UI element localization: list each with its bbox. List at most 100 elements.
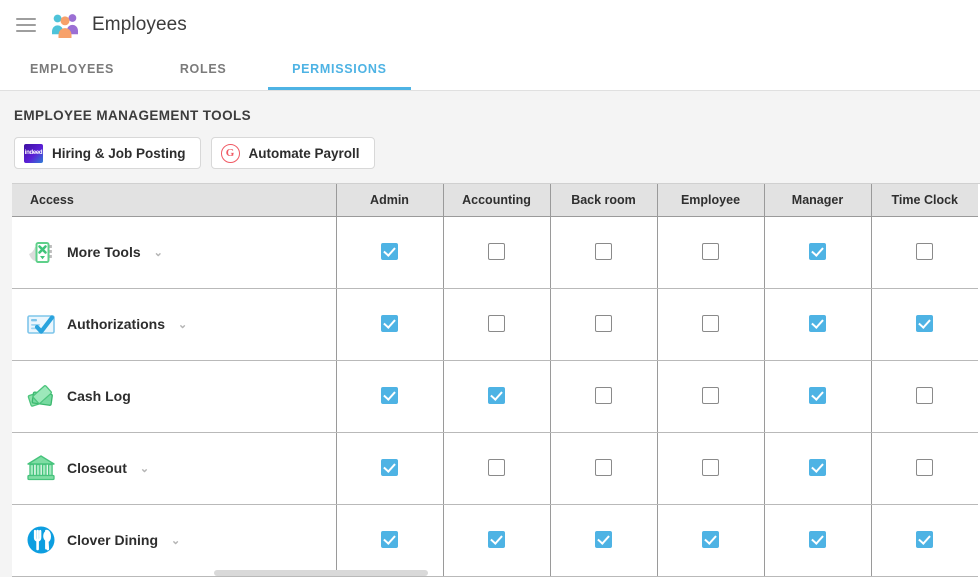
content-area: EMPLOYEE MANAGEMENT TOOLS indeed Hiring … [0,91,980,577]
permission-checkbox-employee[interactable] [702,387,719,405]
permission-checkbox-employee[interactable] [702,315,719,333]
permission-checkbox-accounting[interactable] [488,531,505,549]
permission-cell [657,432,765,505]
permission-cell [657,504,765,577]
permission-checkbox-time-clock[interactable] [916,459,934,477]
table-row: Cash Log [12,360,978,433]
permission-cell [871,288,978,361]
scrollbar-thumb[interactable] [214,570,428,576]
permission-cell [550,504,658,577]
access-cell: Cash Log [12,360,337,433]
permission-cell [550,432,658,505]
permission-checkbox-employee[interactable] [702,531,719,549]
permission-checkbox-admin[interactable] [381,531,398,549]
access-cell: Authorizations ⌄ [12,288,337,361]
permission-checkbox-manager[interactable] [809,531,826,549]
permission-cell [871,504,978,577]
tab-employees[interactable]: EMPLOYEES [6,50,138,90]
permission-checkbox-accounting[interactable] [488,243,505,261]
row-label-text: Cash Log [67,388,131,404]
permission-cell [871,360,978,433]
permission-checkbox-employee[interactable] [702,243,719,261]
row-label-text: Closeout [67,460,127,476]
permission-cell [657,360,765,433]
closeout-bank-icon [26,453,56,483]
access-cell: Closeout ⌄ [12,432,337,505]
permission-cell [336,216,444,289]
permission-checkbox-accounting[interactable] [488,387,505,405]
table-row: Closeout ⌄ [12,432,978,505]
column-header-back-room: Back room [550,184,658,217]
permission-checkbox-admin[interactable] [381,243,398,261]
permission-checkbox-manager[interactable] [809,243,826,261]
hiring-job-posting-button[interactable]: indeed Hiring & Job Posting [14,137,201,169]
permission-checkbox-back-room[interactable] [595,459,612,477]
permission-cell [550,288,658,361]
permission-cell [657,288,765,361]
permission-checkbox-admin[interactable] [381,315,398,333]
permission-cell [443,432,551,505]
row-label: Closeout ⌄ [26,453,336,483]
hiring-job-posting-label: Hiring & Job Posting [52,145,186,161]
permission-checkbox-manager[interactable] [809,315,826,333]
tab-permissions[interactable]: PERMISSIONS [268,50,411,90]
permission-cell [764,288,872,361]
table-row: Authorizations ⌄ [12,288,978,361]
permission-checkbox-accounting[interactable] [488,459,505,477]
section-title: EMPLOYEE MANAGEMENT TOOLS [14,108,252,123]
permission-checkbox-time-clock[interactable] [916,531,934,549]
permission-checkbox-back-room[interactable] [595,531,612,549]
permissions-table: Access Admin Accounting Back room Employ… [12,184,978,577]
indeed-logo-icon: indeed [24,143,43,163]
access-cell: More Tools ⌄ [12,216,337,289]
column-header-manager: Manager [764,184,872,217]
permission-checkbox-time-clock[interactable] [916,315,934,333]
tab-roles[interactable]: ROLES [138,50,268,90]
column-header-admin: Admin [336,184,444,217]
column-header-access: Access [12,184,337,217]
chevron-down-icon[interactable]: ⌄ [178,318,187,331]
row-label-text: Authorizations [67,316,165,332]
automate-payroll-button[interactable]: G Automate Payroll [210,137,375,169]
employees-group-icon [50,12,80,38]
permission-cell [764,504,872,577]
permission-checkbox-time-clock[interactable] [916,387,934,405]
permission-checkbox-manager[interactable] [809,459,826,477]
permission-checkbox-admin[interactable] [381,459,398,477]
permission-cell [871,432,978,505]
permission-cell [336,360,444,433]
permission-checkbox-manager[interactable] [809,387,826,405]
gusto-logo-icon: G [220,143,240,163]
chevron-down-icon[interactable]: ⌄ [171,534,180,547]
permission-cell [443,504,551,577]
permission-checkbox-accounting[interactable] [488,315,505,333]
table-body: More Tools ⌄ Authorizations ⌄ Cash Log C… [12,216,978,577]
permission-checkbox-back-room[interactable] [595,243,612,261]
permission-checkbox-admin[interactable] [381,387,398,405]
permission-cell [657,216,765,289]
permission-checkbox-back-room[interactable] [595,387,612,405]
permission-cell [764,360,872,433]
chevron-down-icon[interactable]: ⌄ [154,246,163,259]
horizontal-scrollbar[interactable] [12,570,978,577]
top-bar: Employees [0,0,980,50]
permission-cell [764,216,872,289]
tab-bar: EMPLOYEES ROLES PERMISSIONS [0,50,980,91]
automate-payroll-label: Automate Payroll [248,145,360,161]
permissions-table-wrapper: Access Admin Accounting Back room Employ… [12,183,980,577]
permission-checkbox-back-room[interactable] [595,315,612,333]
permission-cell [336,288,444,361]
permission-cell [550,360,658,433]
hamburger-menu-icon[interactable] [16,18,36,32]
column-header-accounting: Accounting [443,184,551,217]
table-row: More Tools ⌄ [12,216,978,289]
permission-cell [336,504,444,577]
permission-cell [764,432,872,505]
access-cell: Clover Dining ⌄ [12,504,337,577]
permission-checkbox-time-clock[interactable] [916,243,934,261]
permission-cell [443,288,551,361]
permission-checkbox-employee[interactable] [702,459,719,477]
more-tools-icon [26,237,56,267]
column-header-employee: Employee [657,184,765,217]
chevron-down-icon[interactable]: ⌄ [140,462,149,475]
